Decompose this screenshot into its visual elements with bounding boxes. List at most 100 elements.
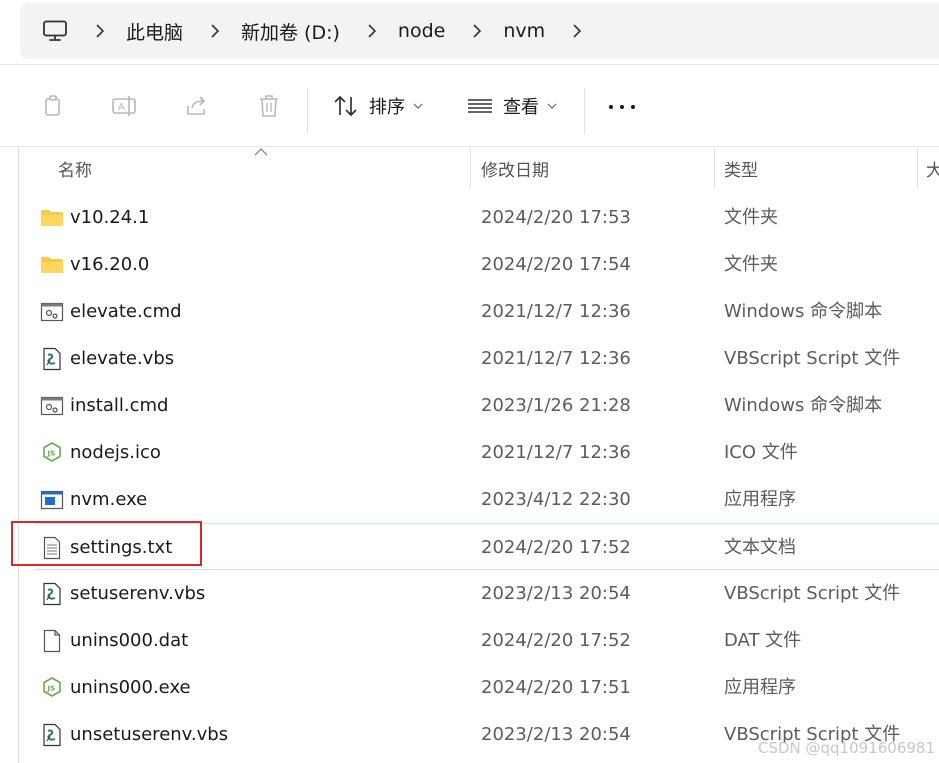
chevron-right-icon[interactable] [207,23,223,39]
view-icon [468,99,492,113]
text-file-icon [40,536,64,560]
folder-icon [40,206,64,230]
file-row[interactable]: setuserenv.vbs 2023/2/13 20:54 VBScript … [34,570,939,617]
watermark: CSDN @qq1091606981 [757,739,935,757]
blank-file-icon [40,629,64,653]
svg-text:JS: JS [47,450,56,458]
file-name: nvm.exe [70,489,148,510]
vbs-file-icon [40,723,64,747]
svg-text:JS: JS [47,685,56,693]
file-type: 文件夹 [724,254,778,275]
address-bar[interactable]: 此电脑 新加卷 (D:) node nvm [20,3,939,59]
column-header-size[interactable]: 大 [926,147,939,189]
file-date: 2024/2/20 17:52 [481,537,631,558]
chevron-right-icon[interactable] [569,23,585,39]
file-date: 2024/2/20 17:51 [481,677,631,698]
chevron-right-icon[interactable] [469,23,485,39]
file-date: 2023/2/13 20:54 [481,724,631,745]
column-header-date[interactable]: 修改日期 [481,147,711,189]
file-name: settings.txt [70,537,173,558]
file-type: 文本文档 [724,537,796,558]
file-row[interactable]: install.cmd 2023/1/26 21:28 Windows 命令脚本 [34,382,939,429]
nodejs-icon: JS [40,441,64,465]
file-type: DAT 文件 [724,630,802,651]
column-header-name[interactable]: 名称 [58,147,468,189]
file-list: v10.24.1 2024/2/20 17:53 文件夹 v16.20.0 20… [34,194,939,758]
file-row[interactable]: nvm.exe 2023/4/12 22:30 应用程序 [34,476,939,523]
file-date: 2024/2/20 17:52 [481,630,631,651]
file-name: unsetuserenv.vbs [70,724,229,745]
svg-text:A: A [118,102,125,113]
file-date: 2024/2/20 17:53 [481,207,631,228]
file-row[interactable]: JS nodejs.ico 2021/12/7 12:36 ICO 文件 [34,429,939,476]
breadcrumb: 此电脑 新加卷 (D:) node nvm [68,3,603,59]
pane-edge [18,147,19,763]
copy-icon[interactable] [40,92,68,120]
file-name: elevate.cmd [70,301,182,322]
view-button[interactable]: 查看 [467,90,557,122]
file-row[interactable]: JS unins000.exe 2024/2/20 17:51 应用程序 [34,664,939,711]
exe-file-icon [40,488,64,512]
sort-button[interactable]: 排序 [333,90,423,122]
sort-icon [334,95,357,117]
sort-label: 排序 [369,97,405,118]
file-name: nodejs.ico [70,442,161,463]
file-date: 2021/12/7 12:36 [481,442,631,463]
view-label: 查看 [503,97,539,118]
file-row[interactable]: v10.24.1 2024/2/20 17:53 文件夹 [34,194,939,241]
chevron-down-icon [413,103,423,109]
column-divider[interactable] [470,148,471,188]
file-name: setuserenv.vbs [70,583,206,604]
breadcrumb-item[interactable]: 新加卷 (D:) [241,18,340,45]
this-pc-icon[interactable] [42,20,68,42]
toolbar-divider [307,88,308,134]
command-bar: A 排序 查看 [0,66,939,146]
nodejs-icon: JS [40,676,64,700]
file-date: 2021/12/7 12:36 [481,301,631,322]
breadcrumb-item[interactable]: node [398,20,445,42]
share-icon[interactable] [183,92,211,120]
folder-icon [40,253,64,277]
file-row[interactable]: elevate.vbs 2021/12/7 12:36 VBScript Scr… [34,335,939,382]
file-row[interactable]: v16.20.0 2024/2/20 17:54 文件夹 [34,241,939,288]
file-type: VBScript Script 文件 [724,583,901,604]
file-type: 应用程序 [724,677,796,698]
file-type: Windows 命令脚本 [724,395,883,416]
column-header-type[interactable]: 类型 [724,147,914,189]
breadcrumb-item[interactable]: 此电脑 [126,18,183,45]
file-name: unins000.exe [70,677,191,698]
breadcrumb-item[interactable]: nvm [503,20,545,42]
chevron-right-icon[interactable] [92,23,108,39]
more-icon[interactable] [606,96,638,118]
column-divider[interactable] [714,148,715,188]
chevron-down-icon [547,103,557,109]
cmd-file-icon [40,394,64,418]
file-name: v10.24.1 [70,207,150,228]
file-type: 文件夹 [724,207,778,228]
file-row[interactable]: elevate.cmd 2021/12/7 12:36 Windows 命令脚本 [34,288,939,335]
file-name: v16.20.0 [70,254,150,275]
divider [0,64,939,65]
file-date: 2021/12/7 12:36 [481,348,631,369]
column-divider[interactable] [917,148,918,188]
file-type: VBScript Script 文件 [724,348,901,369]
cmd-file-icon [40,300,64,324]
file-type: ICO 文件 [724,442,798,463]
chevron-right-icon[interactable] [364,23,380,39]
file-date: 2023/2/13 20:54 [481,583,631,604]
file-row-selected[interactable]: settings.txt 2024/2/20 17:52 文本文档 [34,523,939,570]
file-name: install.cmd [70,395,169,416]
file-type: Windows 命令脚本 [724,301,883,322]
vbs-file-icon [40,347,64,371]
rename-icon[interactable]: A [111,92,139,120]
delete-icon[interactable] [255,92,283,120]
file-name: elevate.vbs [70,348,175,369]
file-date: 2023/4/12 22:30 [481,489,631,510]
file-date: 2023/1/26 21:28 [481,395,631,416]
file-name: unins000.dat [70,630,189,651]
file-row[interactable]: unins000.dat 2024/2/20 17:52 DAT 文件 [34,617,939,664]
vbs-file-icon [40,582,64,606]
file-type: 应用程序 [724,489,796,510]
file-date: 2024/2/20 17:54 [481,254,631,275]
toolbar-divider [584,88,585,134]
